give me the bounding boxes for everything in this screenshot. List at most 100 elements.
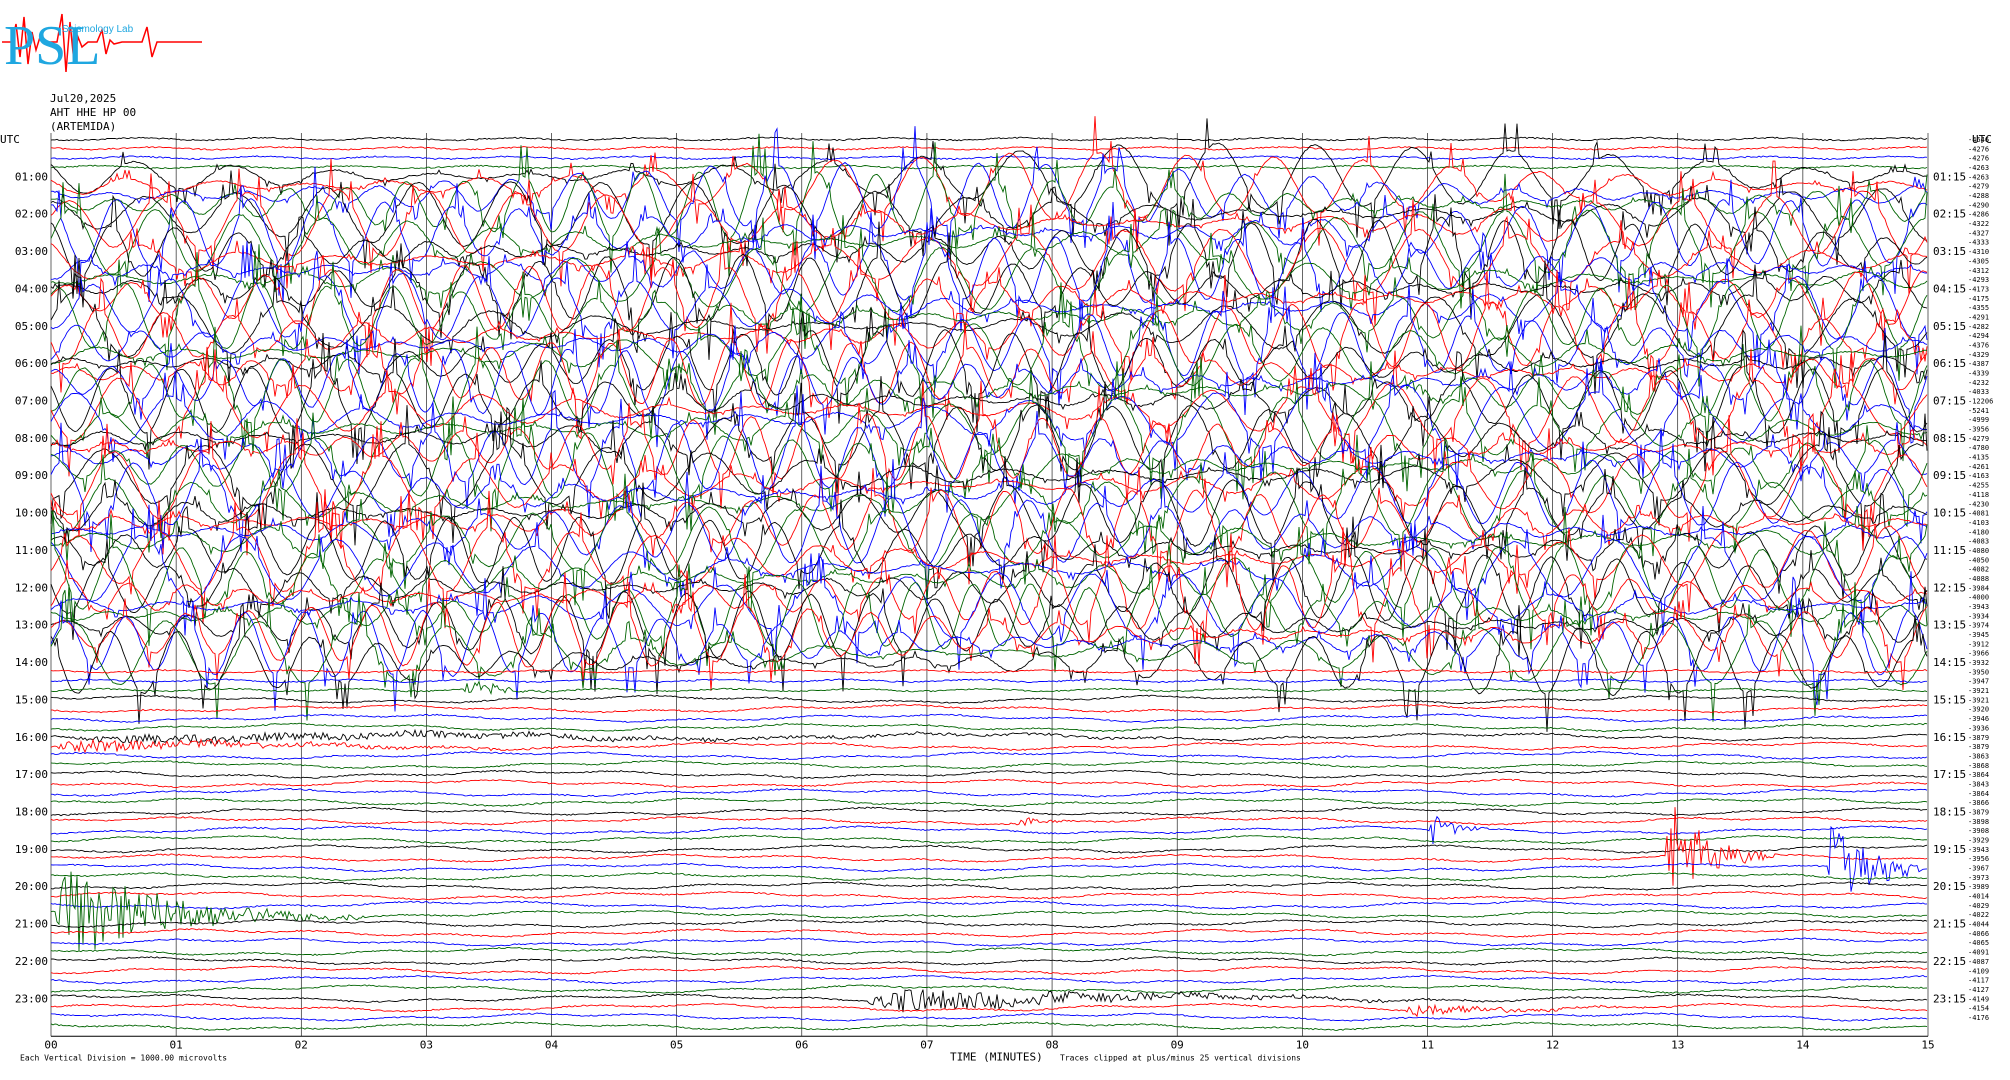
left-tick-label: 05:00 — [15, 320, 48, 333]
trace-offset-label: -12206 — [1968, 398, 1993, 406]
right-tick-label: 13:15 — [1933, 619, 1966, 632]
left-tick-label: 14:00 — [15, 656, 48, 669]
trace-offset-label: -4135 — [1968, 454, 1989, 462]
right-tick-label: 01:15 — [1933, 170, 1966, 183]
trace-line-0 — [50, 136, 1928, 142]
trace-line-69 — [50, 778, 1928, 789]
right-tick-label: 07:15 — [1933, 395, 1966, 408]
trace-offset-label: -3863 — [1968, 752, 1989, 760]
trace-line-87 — [50, 946, 1928, 957]
trace-offset-label: -4255 — [1968, 482, 1989, 490]
x-tick-label: 03 — [420, 1038, 433, 1051]
trace-offset-label: -4000 — [1968, 594, 1989, 602]
x-tick-label: 14 — [1796, 1038, 1810, 1051]
trace-offset-label: -4080 — [1968, 547, 1989, 555]
trace-offset-label: -4044 — [1968, 921, 1989, 929]
trace-line-95 — [50, 1021, 1928, 1032]
trace-offset-label: -3932 — [1968, 659, 1989, 667]
right-tick-label: 09:15 — [1933, 469, 1966, 482]
left-tick-label: 07:00 — [15, 395, 48, 408]
trace-line-81 — [50, 890, 1928, 901]
right-tick-label: 15:15 — [1933, 693, 1966, 706]
left-tick-label: 18:00 — [15, 805, 48, 818]
trace-line-76 — [50, 844, 1928, 854]
trace-line-84 — [50, 918, 1928, 929]
trace-offset-label: -4127 — [1968, 986, 1989, 994]
trace-offset-label: -3966 — [1968, 650, 1989, 658]
x-tick-label: 04 — [545, 1038, 559, 1051]
trace-line-83 — [50, 871, 1927, 951]
trace-line-90 — [50, 974, 1927, 985]
trace-offset-label: -3929 — [1968, 837, 1989, 845]
trace-offset-label: -3967 — [1968, 865, 1989, 873]
trace-offset-label: -3921 — [1968, 696, 1989, 704]
trace-offset-label: -4312 — [1968, 267, 1989, 275]
trace-line-63 — [50, 722, 1928, 733]
trace-line-88 — [50, 956, 1928, 966]
trace-offset-label: -3879 — [1968, 743, 1989, 751]
left-tick-label: 09:00 — [15, 469, 48, 482]
trace-line-2 — [50, 155, 1928, 161]
trace-offset-label: -3920 — [1968, 706, 1989, 714]
trace-line-18 — [50, 241, 1928, 375]
trace-offset-label: -3956 — [1968, 426, 1989, 434]
trace-offset-label: -4288 — [1968, 192, 1989, 200]
left-tick-label: 20:00 — [15, 880, 48, 893]
trace-line-60 — [50, 694, 1928, 705]
trace-line-79 — [50, 872, 1928, 882]
trace-offset-label: -4376 — [1968, 341, 1989, 349]
trace-offset-label: -4050 — [1968, 556, 1989, 564]
trace-line-6 — [50, 126, 1928, 260]
trace-offset-label: -3936 — [1968, 724, 1989, 732]
right-tick-label: 04:15 — [1933, 282, 1966, 295]
trace-group — [50, 116, 1928, 1032]
trace-offset-label: -4282 — [1968, 323, 1989, 331]
trace-offset-label: -3945 — [1968, 631, 1989, 639]
trace-offset-label: -3934 — [1968, 612, 1989, 620]
trace-line-65 — [50, 738, 1928, 754]
left-tick-label: 17:00 — [15, 768, 48, 781]
trace-offset-label: -3984 — [1968, 584, 1989, 592]
trace-offset-label: -4029 — [1968, 902, 1989, 910]
trace-offset-label: -4322 — [1968, 220, 1989, 228]
right-tick-label: 08:15 — [1933, 432, 1966, 445]
x-tick-label: 07 — [920, 1038, 933, 1051]
trace-offset-label: -4999 — [1968, 416, 1989, 424]
x-tick-label: 02 — [295, 1038, 308, 1051]
trace-offset-label: -4327 — [1968, 229, 1989, 237]
trace-offset-label: -3879 — [1968, 734, 1989, 742]
trace-line-93 — [50, 1002, 1928, 1018]
trace-line-66 — [50, 750, 1928, 761]
trace-offset-label: -3943 — [1968, 846, 1989, 854]
trace-offset-label: -4163 — [1968, 472, 1989, 480]
trace-offset-label: -4279 — [1968, 435, 1989, 443]
trace-offset-label: -4118 — [1968, 491, 1989, 499]
trace-offset-label: -4103 — [1968, 519, 1989, 527]
trace-line-75 — [50, 834, 1928, 845]
right-tick-label: 16:15 — [1933, 731, 1966, 744]
trace-line-82 — [50, 900, 1928, 910]
trace-line-49 — [50, 527, 1928, 666]
left-tick-label: 04:00 — [15, 282, 48, 295]
trace-line-3 — [50, 164, 1928, 170]
trace-offset-label: -4279 — [1968, 183, 1989, 191]
trace-offset-label: -4232 — [1968, 379, 1989, 387]
x-axis-title: TIME (MINUTES) — [950, 1050, 1043, 1063]
trace-offset-label: -3943 — [1968, 603, 1989, 611]
left-axis-title: UTC — [0, 133, 20, 146]
x-tick-label: 00 — [44, 1038, 57, 1051]
trace-offset-label: -4066 — [1968, 930, 1989, 938]
axis-labels: UTC UTC01:0002:0003:0004:0005:0006:0007:0… — [0, 133, 1993, 1063]
left-tick-label: 12:00 — [15, 581, 48, 594]
x-tick-label: 06 — [795, 1038, 808, 1051]
trace-line-73 — [50, 816, 1928, 827]
x-tick-label: 12 — [1546, 1038, 1559, 1051]
right-tick-label: 18:15 — [1933, 805, 1966, 818]
left-tick-label: 23:00 — [15, 992, 48, 1005]
right-tick-label: 06:15 — [1933, 357, 1966, 370]
right-tick-label: 20:15 — [1933, 880, 1966, 893]
trace-offset-label: -4082 — [1968, 566, 1989, 574]
x-tick-label: 11 — [1421, 1038, 1434, 1051]
trace-offset-label: -4355 — [1968, 304, 1989, 312]
trace-offset-label: -4646 — [1968, 136, 1989, 144]
